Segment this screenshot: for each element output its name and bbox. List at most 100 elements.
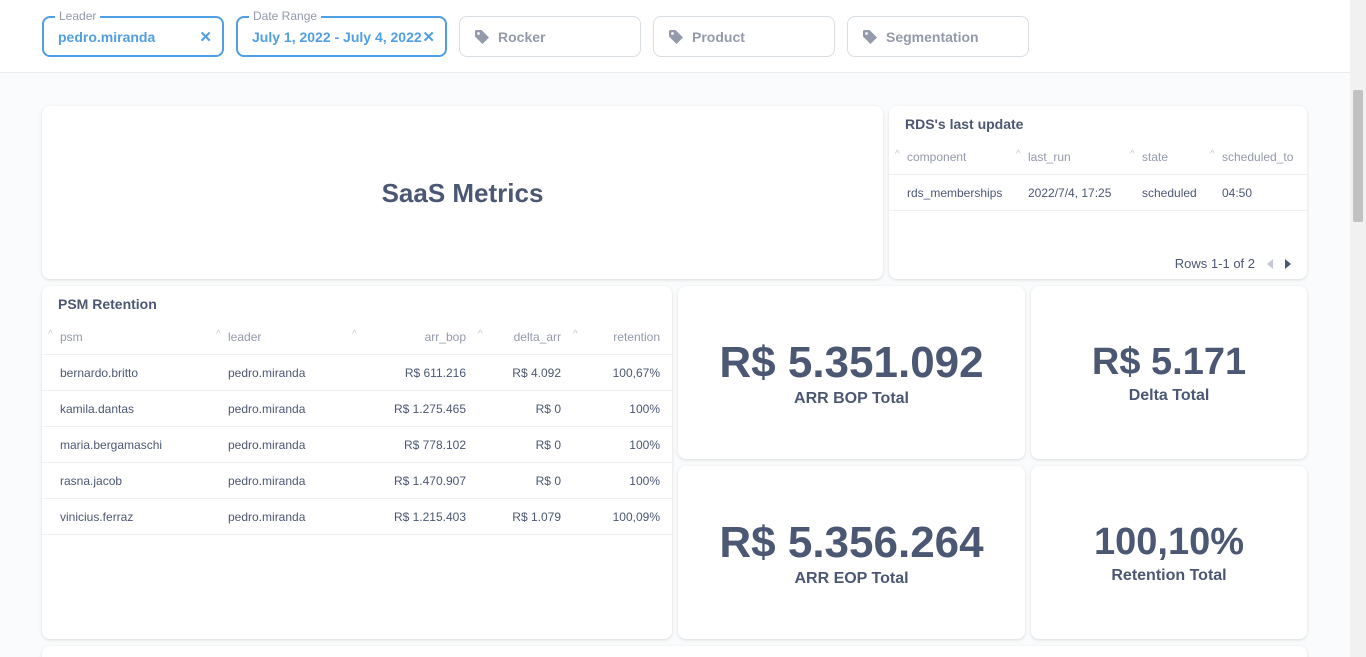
table-row: vinicius.ferraz pedro.miranda R$ 1.215.4… <box>42 499 672 535</box>
table-cell[interactable]: 100% <box>629 427 660 463</box>
scalar-value: R$ 5.171 <box>1091 341 1247 383</box>
leader-filter-value: pedro.miranda <box>58 28 156 45</box>
sort-icon[interactable]: ^ <box>573 319 578 351</box>
product-filter-value: Product <box>692 28 745 45</box>
table-cell[interactable]: R$ 0 <box>536 391 561 427</box>
table-cell[interactable]: R$ 0 <box>536 427 561 463</box>
table-cell[interactable]: R$ 4.092 <box>512 355 561 391</box>
segmentation-filter[interactable]: Segmentation <box>847 16 1029 57</box>
delta-total-card: R$ 5.171 Delta Total <box>1031 286 1307 459</box>
scalar-value: 100,10% <box>1093 521 1244 563</box>
table-header: ^ component ^ last_run ^ state ^ schedul… <box>889 139 1307 175</box>
column-header[interactable]: arr_bop <box>425 319 466 355</box>
table-cell[interactable]: pedro.miranda <box>228 427 305 463</box>
table-cell[interactable]: scheduled <box>1142 175 1197 211</box>
scalar-value: R$ 5.351.092 <box>719 338 984 387</box>
dashboard-title: SaaS Metrics <box>381 178 544 208</box>
table-row: rasna.jacob pedro.miranda R$ 1.470.907 R… <box>42 463 672 499</box>
arr-eop-total-card: R$ 5.356.264 ARR EOP Total <box>678 466 1025 639</box>
sort-icon[interactable]: ^ <box>895 139 900 171</box>
card-title: RDS's last update <box>905 116 1024 132</box>
scrollbar[interactable] <box>1350 0 1366 657</box>
scalar-value: R$ 5.356.264 <box>719 518 984 567</box>
date-range-filter-label: Date Range <box>249 9 322 23</box>
sort-icon[interactable]: ^ <box>1210 139 1215 171</box>
table-cell[interactable]: 100,09% <box>613 499 660 535</box>
table-cell[interactable]: R$ 611.216 <box>405 355 466 391</box>
tag-icon <box>475 29 489 44</box>
column-header[interactable]: component <box>907 139 966 175</box>
rds-last-update-card: RDS's last update ^ component ^ last_run… <box>889 106 1307 279</box>
date-range-filter-value: July 1, 2022 - July 4, 2022 <box>252 28 422 45</box>
table-cell[interactable]: 04:50 <box>1222 175 1252 211</box>
filter-bar: Leader pedro.miranda ✕ Date Range July 1… <box>0 0 1350 73</box>
date-range-filter[interactable]: Date Range July 1, 2022 - July 4, 2022 ✕ <box>236 9 447 57</box>
product-filter[interactable]: Product <box>653 16 835 57</box>
table-cell[interactable]: R$ 0 <box>536 463 561 499</box>
card-title: PSM Retention <box>58 296 157 312</box>
sort-icon[interactable]: ^ <box>1016 139 1021 171</box>
table-header: ^ psm ^ leader ^ arr_bop ^ delta_arr ^ r… <box>42 319 672 355</box>
scalar-label: ARR EOP Total <box>794 570 909 587</box>
sort-icon[interactable]: ^ <box>478 319 483 351</box>
sort-icon[interactable]: ^ <box>216 319 221 351</box>
table-cell[interactable]: pedro.miranda <box>228 391 305 427</box>
scalar-label: Retention Total <box>1111 567 1227 584</box>
table-cell[interactable]: R$ 1.470.907 <box>394 463 466 499</box>
table-cell[interactable]: vinicius.ferraz <box>60 499 133 535</box>
table-cell[interactable]: pedro.miranda <box>228 499 305 535</box>
table-cell[interactable]: rasna.jacob <box>60 463 122 499</box>
column-header[interactable]: delta_arr <box>514 319 561 355</box>
table-cell[interactable]: 100,67% <box>613 355 660 391</box>
leader-filter[interactable]: Leader pedro.miranda ✕ <box>42 9 224 57</box>
table-cell[interactable]: pedro.miranda <box>228 463 305 499</box>
sort-icon[interactable]: ^ <box>352 319 357 351</box>
table-cell[interactable]: 100% <box>629 463 660 499</box>
column-header[interactable]: retention <box>613 319 660 355</box>
tag-icon <box>863 29 877 44</box>
rocker-filter[interactable]: Rocker <box>459 16 641 57</box>
scalar-label: ARR BOP Total <box>794 390 909 407</box>
close-icon[interactable]: ✕ <box>422 28 435 46</box>
table-row: bernardo.britto pedro.miranda R$ 611.216… <box>42 355 672 391</box>
rds-table: ^ component ^ last_run ^ state ^ schedul… <box>889 139 1307 211</box>
pagination-label: Rows 1-1 of 2 <box>1174 256 1255 271</box>
column-header[interactable]: psm <box>60 319 83 355</box>
sort-icon[interactable]: ^ <box>1130 139 1135 171</box>
saas-metrics-card: SaaS Metrics <box>42 106 883 279</box>
table-cell[interactable]: bernardo.britto <box>60 355 138 391</box>
table-cell[interactable]: 2022/7/4, 17:25 <box>1028 175 1111 211</box>
segmentation-filter-value: Segmentation <box>886 28 979 45</box>
leader-filter-label: Leader <box>55 9 101 23</box>
table-cell[interactable]: kamila.dantas <box>60 391 134 427</box>
column-header[interactable]: leader <box>228 319 261 355</box>
close-icon[interactable]: ✕ <box>199 28 212 46</box>
table-row: kamila.dantas pedro.miranda R$ 1.275.465… <box>42 391 672 427</box>
pagination: Rows 1-1 of 2 <box>1175 256 1291 271</box>
table-cell[interactable]: 100% <box>629 391 660 427</box>
psm-table: ^ psm ^ leader ^ arr_bop ^ delta_arr ^ r… <box>42 319 672 535</box>
sort-icon[interactable]: ^ <box>48 319 53 351</box>
table-cell[interactable]: maria.bergamaschi <box>60 427 162 463</box>
column-header[interactable]: state <box>1142 139 1168 175</box>
chevron-right-icon[interactable] <box>1285 258 1291 269</box>
arr-bop-total-card: R$ 5.351.092 ARR BOP Total <box>678 286 1025 459</box>
scrollbar-thumb[interactable] <box>1353 90 1363 222</box>
column-header[interactable]: scheduled_to <box>1222 139 1293 175</box>
next-card <box>42 646 1307 657</box>
table-cell[interactable]: rds_memberships <box>907 175 1002 211</box>
rocker-filter-value: Rocker <box>498 28 546 45</box>
table-cell[interactable]: R$ 1.079 <box>512 499 561 535</box>
table-row: rds_memberships 2022/7/4, 17:25 schedule… <box>889 175 1307 211</box>
table-cell[interactable]: R$ 1.275.465 <box>394 391 466 427</box>
scalar-label: Delta Total <box>1128 387 1210 404</box>
column-header[interactable]: last_run <box>1028 139 1071 175</box>
psm-retention-card: PSM Retention ^ psm ^ leader ^ arr_bop ^… <box>42 286 672 639</box>
tag-icon <box>669 29 683 44</box>
table-cell[interactable]: pedro.miranda <box>228 355 305 391</box>
table-cell[interactable]: R$ 1.215.403 <box>394 499 466 535</box>
table-row: maria.bergamaschi pedro.miranda R$ 778.1… <box>42 427 672 463</box>
chevron-left-icon[interactable] <box>1267 258 1273 269</box>
table-cell[interactable]: R$ 778.102 <box>404 427 466 463</box>
retention-total-card: 100,10% Retention Total <box>1031 466 1307 639</box>
